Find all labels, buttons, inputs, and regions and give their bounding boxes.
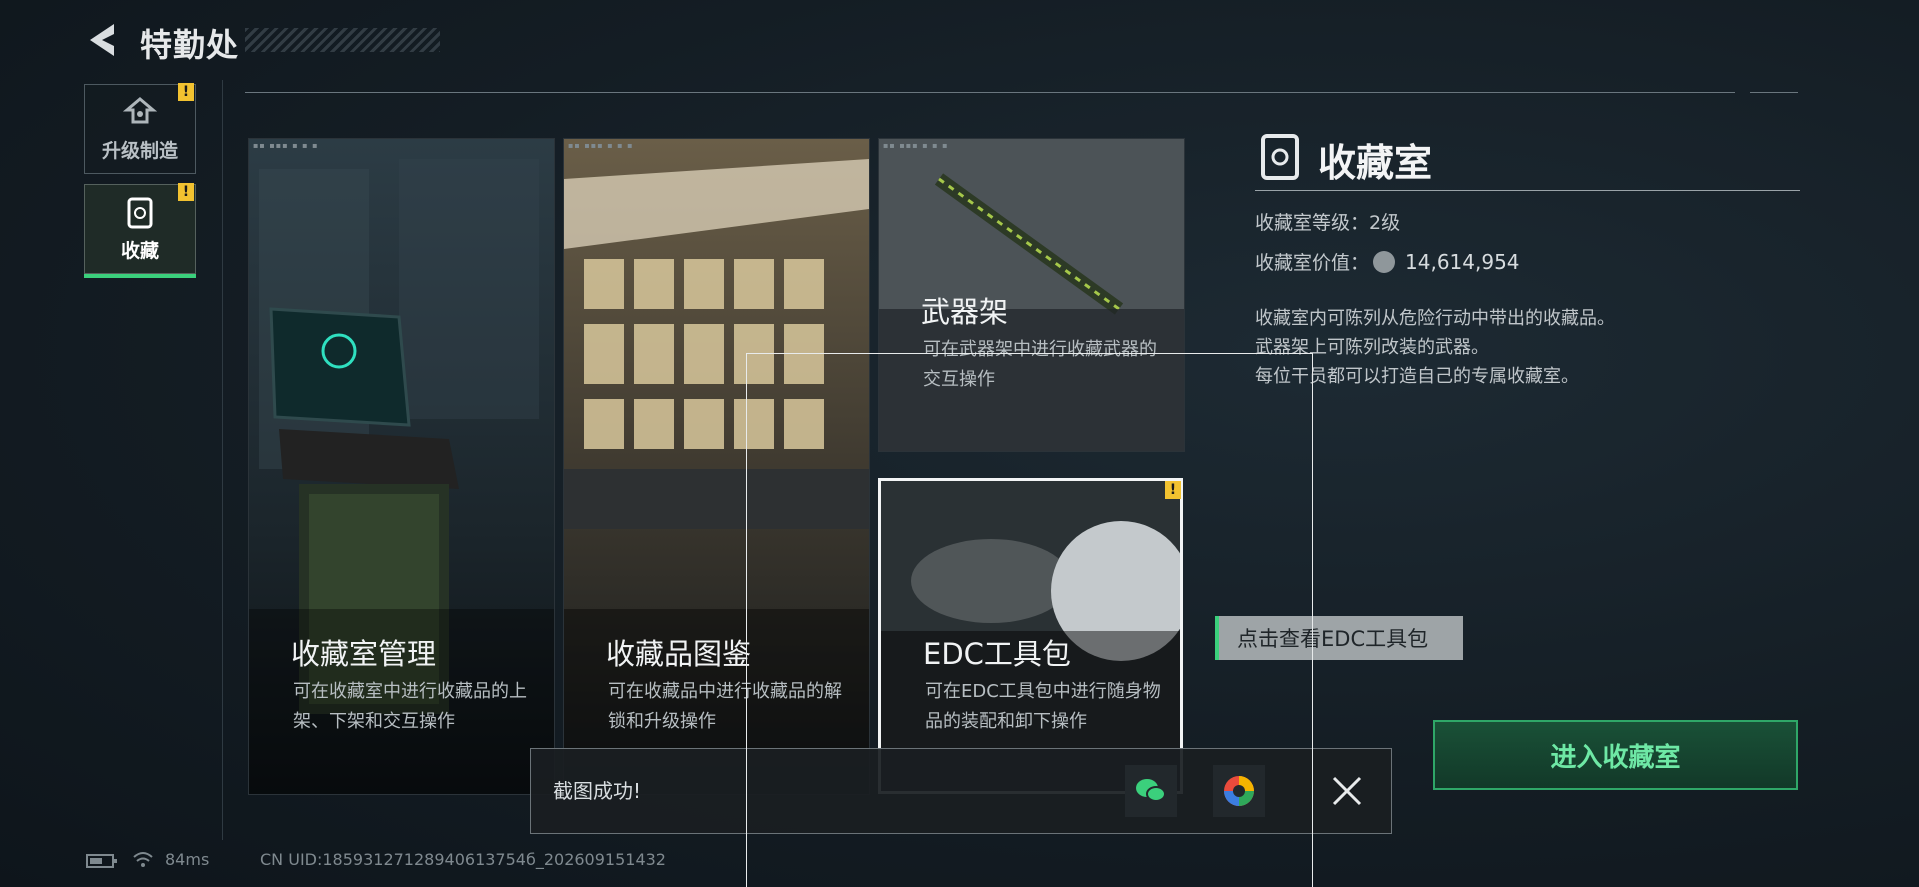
wechat-share-button[interactable]	[1125, 765, 1177, 817]
description-line: 收藏室内可陈列从危险行动中带出的收藏品。	[1255, 308, 1615, 329]
card-weapon-rack[interactable]: ▪▪ ▪▪▪ ▪ ▪ ▪ 武器架 可在武器架中进行收藏武器的交互操作	[878, 138, 1185, 452]
crop-guide	[1312, 353, 1313, 887]
card-title: 收藏室管理	[291, 637, 437, 671]
card-title: EDC工具包	[923, 637, 1071, 671]
value-row: 收藏室价值： 14,614,954	[1255, 248, 1520, 275]
title-decoration	[245, 28, 440, 52]
divider	[245, 92, 1735, 93]
wifi-icon	[133, 852, 153, 867]
level-label: 收藏室等级：	[1255, 212, 1370, 234]
crop-guide	[746, 353, 747, 887]
divider	[1750, 92, 1798, 93]
toast-text: 截图成功!	[553, 779, 642, 803]
toast-close-button[interactable]	[1321, 765, 1373, 817]
description-line: 武器架上可陈列改装的武器。	[1255, 337, 1489, 358]
level-row: 收藏室等级：2级	[1255, 208, 1400, 235]
card-description: 可在收藏品中进行收藏品的解锁和升级操作	[608, 681, 842, 732]
crop-guide	[746, 353, 1313, 354]
divider	[222, 80, 223, 840]
close-icon	[1332, 776, 1362, 806]
card-description: 可在EDC工具包中进行随身物品的装配和卸下操作	[925, 681, 1161, 732]
info-title: 收藏室	[1318, 141, 1433, 185]
photos-share-button[interactable]	[1213, 765, 1265, 817]
value-amount: 14,614,954	[1405, 249, 1520, 274]
card-collection-management[interactable]: ▪▪ ▪▪▪ ▪ ▪ ▪ 收藏室管理 可在收藏室中进行收藏品的上架、下架和交互操…	[248, 138, 555, 795]
sidebar-item-label: 升级制造	[101, 139, 178, 162]
wechat-icon	[1136, 779, 1166, 802]
back-arrow-icon	[90, 24, 114, 56]
description-line: 每位干员都可以打造自己的专属收藏室。	[1255, 366, 1579, 387]
level-value: 2级	[1369, 212, 1401, 234]
warning-icon: !	[178, 83, 194, 101]
vault-icon	[1261, 134, 1299, 180]
card-description: 可在收藏室中进行收藏品的上架、下架和交互操作	[293, 681, 527, 732]
enter-collection-button[interactable]: 进入收藏室	[1433, 720, 1798, 790]
collection-icon	[127, 197, 153, 228]
card-description: 可在武器架中进行收藏武器的交互操作	[923, 339, 1157, 390]
ping-text: 84ms	[165, 850, 210, 869]
warning-icon: !	[1165, 481, 1181, 499]
divider	[1255, 190, 1800, 191]
card-tag: ▪▪ ▪▪▪ ▪ ▪ ▪	[253, 141, 319, 150]
back-button[interactable]	[84, 20, 120, 60]
warning-icon: !	[178, 183, 194, 201]
card-title: 收藏品图鉴	[606, 637, 752, 671]
aperture-icon	[1224, 776, 1254, 806]
screenshot-toast: 截图成功!	[530, 748, 1392, 834]
card-collection-catalog[interactable]: ▪▪ ▪▪▪ ▪ ▪ ▪ 收藏品图鉴 可在收藏品中进行收藏品的解锁和升级操作	[563, 138, 870, 795]
edc-tooltip: 点击查看EDC工具包	[1215, 616, 1463, 660]
card-tag: ▪▪ ▪▪▪ ▪ ▪ ▪	[568, 141, 634, 150]
card-tag: ▪▪ ▪▪▪ ▪ ▪ ▪	[883, 141, 949, 150]
sidebar-item-label: 收藏	[120, 239, 159, 262]
value-label: 收藏室价值：	[1255, 252, 1370, 274]
card-title: 武器架	[921, 295, 1009, 329]
upgrade-icon	[123, 96, 157, 123]
battery-icon	[86, 854, 117, 868]
page-title: 特勤处	[140, 26, 240, 64]
card-edc-kit[interactable]: EDC工具包 可在EDC工具包中进行随身物品的装配和卸下操作	[878, 478, 1183, 794]
coin-icon	[1373, 250, 1396, 273]
uid-text: CN UID:18593127128940613754б_20260915143…	[260, 850, 666, 869]
